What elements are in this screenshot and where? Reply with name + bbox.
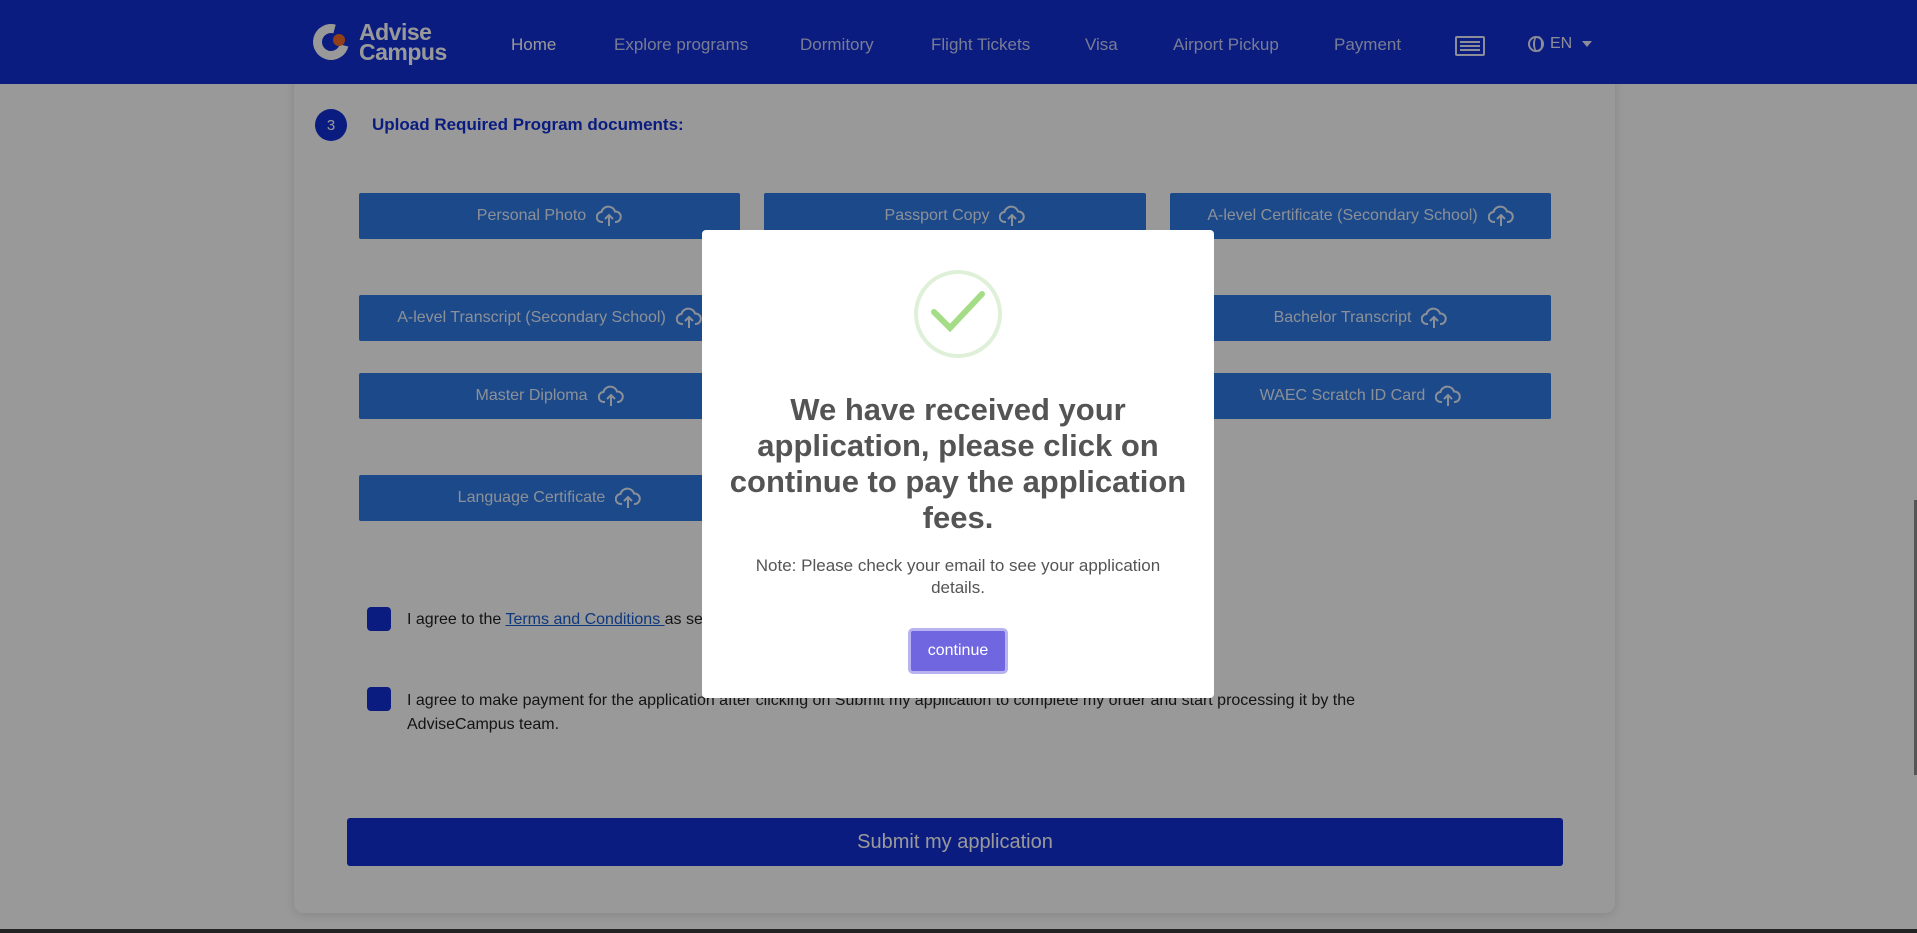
success-dialog: We have received your application, pleas… (702, 230, 1214, 698)
dialog-note: Note: Please check your email to see you… (755, 556, 1161, 597)
checkmark-icon (931, 291, 985, 333)
continue-button[interactable]: continue (908, 628, 1008, 674)
dialog-title: We have received your application, pleas… (729, 392, 1187, 535)
success-circle (914, 270, 1002, 358)
